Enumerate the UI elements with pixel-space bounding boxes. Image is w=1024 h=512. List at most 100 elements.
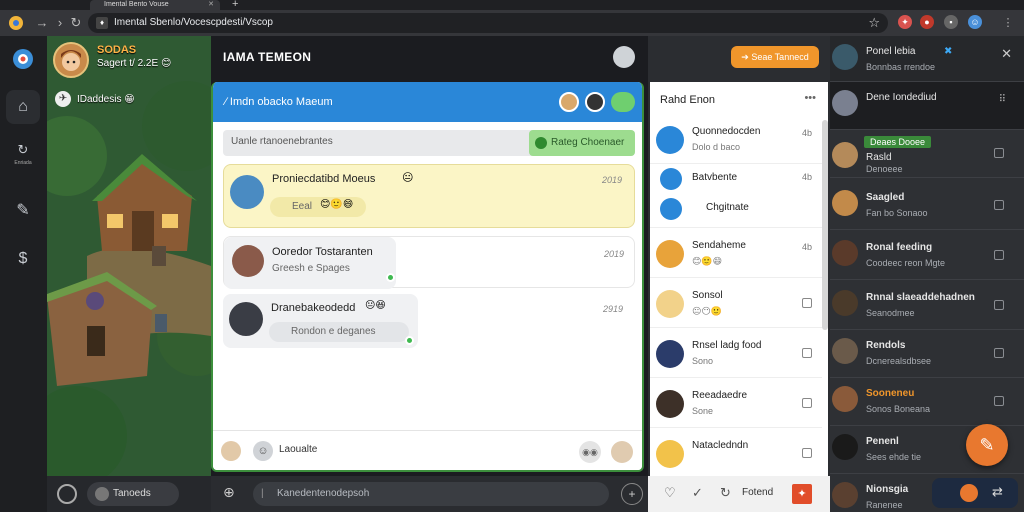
chat-search-input[interactable]: Uanle rtanoenebrantes Rateg Choenaer [223,130,635,156]
more-icon[interactable]: ••• [804,92,816,104]
new-tab-icon[interactable]: + [232,0,238,10]
left-rail: ⌂ ↻ Enriada ✎ $ [0,36,47,512]
add-icon[interactable]: + [621,483,643,505]
status-toggle[interactable] [611,92,635,112]
reload-icon[interactable]: ↻ [68,15,84,31]
attach-icon[interactable]: ⊕ [223,484,235,501]
emoji-icon: 😊🙂😄 [692,256,722,266]
list-item-checkbox[interactable] [994,200,1004,210]
list-item[interactable]: Rendols Dcnerealsdbsee [830,330,1024,378]
friend-row[interactable]: Reeadaedre Sone [650,380,822,428]
friend-checkbox[interactable] [802,398,812,408]
avatar [832,190,858,216]
avatar [832,142,858,168]
address-bar[interactable]: ♦ Imental Sbenlo/Vocescpdesti/Vscop ☆ [88,13,888,33]
message-sub: Eeal [292,201,313,212]
list-item-name: Saagled [866,192,905,203]
rail-home-button[interactable] [6,42,40,76]
rail-game-button[interactable]: ⌂ [6,90,40,124]
chat-panel: IAMA TEMEON ∕ Imdn obacko Maeum Uanle rt… [211,36,648,476]
avatar[interactable] [585,92,605,112]
chat-title: IAMA TEMEON [223,50,312,64]
online-indicator [386,273,395,282]
emoji-icon: 😐😆 [365,300,386,311]
list-item[interactable]: Rnnal slaeaddehadnen Seanodmee [830,282,1024,330]
friend-checkbox[interactable] [802,448,812,458]
friends-bottom-label: Fotend [742,487,774,498]
avatar[interactable] [559,92,579,112]
message-input[interactable]: | Kanedentenodepsoh [253,482,609,506]
record-icon[interactable] [57,484,77,504]
rail-sync-button[interactable]: ↻ Enriada [6,138,40,172]
list-item[interactable]: Saagled Fan bo Sonaoo [830,182,1024,230]
list-item-sub: Ranenee [866,500,903,510]
friend-row[interactable]: Sonsol 😐😶🙂 [650,280,822,328]
forward-icon[interactable]: › [52,15,68,31]
check-circle-icon[interactable]: ✓ [692,485,703,501]
list-item-name: Nionsgia [866,484,909,495]
tab-close-icon[interactable]: ✕ [208,0,214,9]
friend-row[interactable]: Batvbente 4b [650,164,822,194]
rail-edit-button[interactable]: ✎ [6,194,40,228]
scene-action-button[interactable]: Tanoeds [87,482,179,506]
list-item[interactable]: Dene Iondediud ⠿ [830,82,1024,130]
user-avatar[interactable] [613,46,635,68]
list-item-checkbox[interactable] [994,300,1004,310]
list-item-checkbox[interactable] [994,148,1004,158]
message-bubble[interactable]: Dranebakeodedd 😐😆 Rondon e deganes 2919 [223,294,635,352]
friend-row[interactable]: Sendaheme 😊🙂😄 4b [650,230,822,278]
menu-icon[interactable]: ⋮ [1000,15,1016,31]
message-bubble[interactable]: Ooredor Tostaranten Greesh e Spages 2019 [223,236,635,289]
person-icon[interactable]: ☺ [253,441,273,461]
tab-title: Imental Bento Vouse [104,1,169,8]
list-item[interactable]: Ronal feeding Coodeec reon Mgte [830,232,1024,280]
message-input-placeholder: Kanedentenodepsoh [277,488,370,499]
chat-search-button[interactable]: Rateg Choenaer [529,130,635,156]
game-icon: ⌂ [18,98,28,115]
avatar[interactable] [53,42,89,78]
back-icon[interactable]: → [34,15,50,31]
message-sub: Rondon e deganes [291,326,376,337]
friends-action-button[interactable]: ➔ Seae Tannecd [731,46,819,68]
friend-row[interactable]: Rnsel ladg food Sono [650,330,822,378]
emoji-icon: 😐😶🙂 [692,306,722,316]
message-bubble[interactable]: Proniecdatibd Moeus 😐 Eeal 😊🙂😄 2019 [223,164,635,228]
close-icon[interactable]: ✕ [1001,46,1012,62]
chat-search-button-label: Rateg Choenaer [551,137,625,148]
extension-icon[interactable]: ● [920,15,934,29]
friend-row[interactable]: Chgitnate [650,194,822,228]
scrollbar[interactable] [822,120,828,330]
puzzle-icon[interactable]: ▪ [944,15,958,29]
extension-icon[interactable]: ✦ [898,15,912,29]
filter-icon[interactable]: ⇄ [992,484,1003,500]
orange-action-icon[interactable] [960,484,978,502]
list-item[interactable]: Deaes Dooee Rasld Denoeee [830,130,1024,178]
heart-icon[interactable]: ♡ [664,485,676,501]
list-item-checkbox[interactable] [994,348,1004,358]
star-icon[interactable]: ☆ [868,13,880,33]
profile-icon[interactable]: ☺ [968,15,982,29]
friend-name: Rnsel ladg food [692,340,762,351]
emoji-icon: 😐 [402,172,414,184]
friend-row[interactable]: Quonnedocden Dolo d baco 4b [650,116,822,164]
list-item-checkbox[interactable] [994,396,1004,406]
browser-tab[interactable]: Imental Bento Vouse ✕ [90,0,220,10]
rail-coin-button[interactable]: $ [6,242,40,276]
gift-icon[interactable]: ✦ [792,484,812,504]
list-item[interactable]: Sooneneu Sonos Boneana [830,378,1024,426]
profile-name: SODAS [97,44,137,56]
friend-row[interactable]: Natacledndn [650,430,822,476]
message-sub: Greesh e Spages [272,263,350,274]
profile-status-text: Sagert t/ 2.2E [97,58,159,69]
game-scene[interactable]: SODAS Sagert t/ 2.2E 😊 ✈ IDaddesis 😁 [47,36,211,476]
compose-fab-button[interactable]: ✎ [966,424,1008,466]
list-item-name: Ronal feeding [866,242,933,253]
chat-header-title: ∕ Imdn obacko Maeum [225,96,333,108]
friend-checkbox[interactable] [802,298,812,308]
emoji-picker-icon[interactable]: ◉◉ [579,441,601,463]
refresh-icon[interactable]: ↻ [720,485,731,501]
friend-checkbox[interactable] [802,348,812,358]
avatar[interactable] [611,441,633,463]
list-item-checkbox[interactable] [994,250,1004,260]
grid-icon[interactable]: ⠿ [999,94,1006,105]
